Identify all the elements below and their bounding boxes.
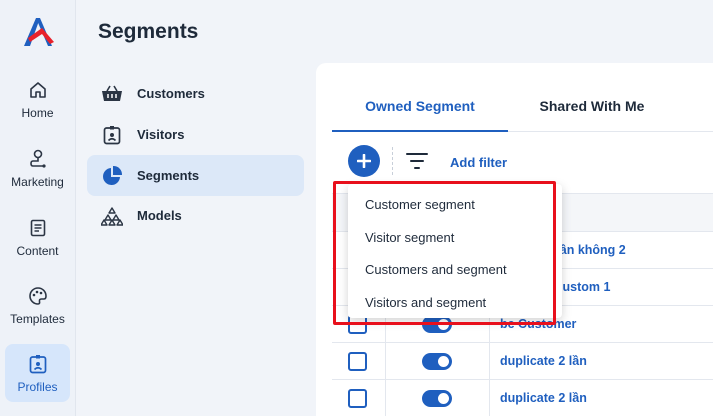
rail-item-label: Marketing xyxy=(11,174,64,189)
left-rail: Home Marketing Content Templates Profile… xyxy=(0,0,76,416)
table-row[interactable]: duplicate 2 lần xyxy=(332,342,713,380)
table-row[interactable]: duplicate 2 lần xyxy=(332,379,713,416)
home-icon xyxy=(27,79,49,101)
rail-item-marketing[interactable]: Marketing xyxy=(5,139,70,197)
column-divider xyxy=(385,343,386,380)
row-toggle[interactable] xyxy=(422,390,452,407)
rail-item-home[interactable]: Home xyxy=(5,70,70,128)
menu-item-visitors-and-segment[interactable]: Visitors and segment xyxy=(365,295,486,310)
basket-icon xyxy=(101,83,123,105)
route-icon xyxy=(27,148,49,170)
add-segment-menu: Customer segment Visitor segment Custome… xyxy=(348,184,562,318)
row-checkbox[interactable] xyxy=(348,352,367,371)
row-toggle[interactable] xyxy=(422,353,452,370)
subnav-item-label: Visitors xyxy=(137,127,185,142)
menu-item-customer-segment[interactable]: Customer segment xyxy=(365,197,475,212)
segment-name-link[interactable]: be Customer xyxy=(500,317,576,331)
id-badge-icon xyxy=(27,353,49,375)
rail-item-label: Home xyxy=(21,105,54,120)
subnav-item-models[interactable]: Models xyxy=(87,195,304,236)
menu-item-customers-and-segment[interactable]: Customers and segment xyxy=(365,262,507,277)
subnav-item-customers[interactable]: Customers xyxy=(87,73,304,114)
segment-name-link[interactable]: duplicate 2 lần xyxy=(500,354,587,368)
add-segment-button[interactable] xyxy=(348,145,380,177)
rail-item-profiles[interactable]: Profiles xyxy=(5,344,70,402)
column-divider xyxy=(489,380,490,416)
tab-owned-segment[interactable]: Owned Segment xyxy=(332,87,508,132)
subnav-item-visitors[interactable]: Visitors xyxy=(87,114,304,155)
rail-item-templates[interactable]: Templates xyxy=(5,276,70,334)
menu-item-visitor-segment[interactable]: Visitor segment xyxy=(365,230,454,245)
subnav-item-label: Customers xyxy=(137,86,205,101)
add-filter-button[interactable]: Add filter xyxy=(450,155,507,170)
pyramid-icon xyxy=(101,205,123,227)
filter-icon[interactable] xyxy=(406,152,428,170)
subnav-item-label: Models xyxy=(137,208,182,223)
column-divider xyxy=(385,380,386,416)
row-checkbox[interactable] xyxy=(348,389,367,408)
pie-icon xyxy=(101,165,123,187)
rail-item-label: Templates xyxy=(10,311,65,326)
subnav-item-segments[interactable]: Segments xyxy=(87,155,304,196)
app-logo[interactable] xyxy=(20,14,56,50)
palette-icon xyxy=(27,285,49,307)
toolbar-divider xyxy=(392,147,393,175)
secondary-nav: Segments Customers Visitors Segments Mod… xyxy=(77,0,315,416)
plus-icon xyxy=(357,154,371,168)
segment-name-link[interactable]: duplicate 2 lần xyxy=(500,391,587,405)
rail-item-label: Profiles xyxy=(17,379,58,394)
page-title: Segments xyxy=(98,20,199,43)
rail-item-label: Content xyxy=(16,243,59,258)
subnav-item-label: Segments xyxy=(137,168,200,183)
document-icon xyxy=(27,217,49,239)
column-divider xyxy=(489,343,490,380)
segment-tabs: Owned Segment Shared With Me xyxy=(332,87,713,132)
row-toggle[interactable] xyxy=(422,316,452,333)
badge-icon xyxy=(101,124,123,146)
tab-shared-with-me[interactable]: Shared With Me xyxy=(508,87,676,132)
rail-item-content[interactable]: Content xyxy=(5,208,70,266)
